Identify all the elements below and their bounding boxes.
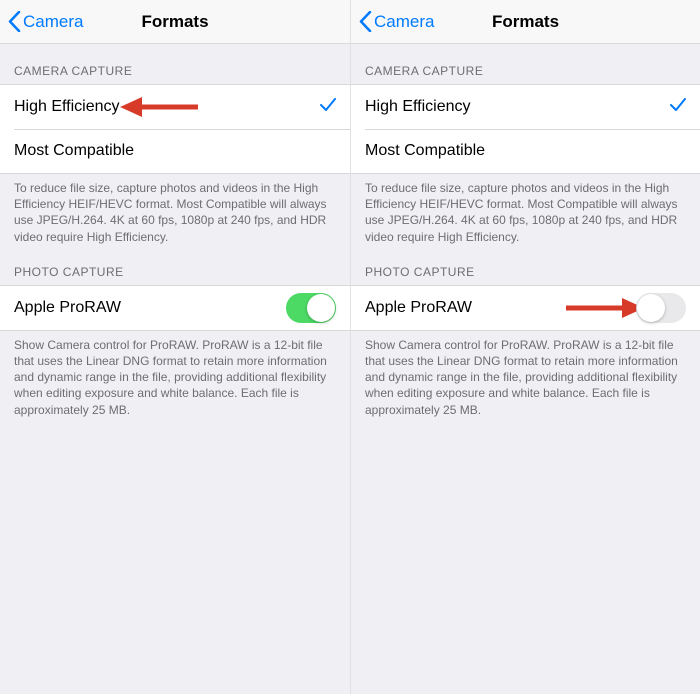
photo-capture-footer: Show Camera control for ProRAW. ProRAW i… [0,331,350,418]
annotation-arrow [120,93,200,121]
toggle-label: Apple ProRAW [14,299,121,317]
option-most-compatible[interactable]: Most Compatible [0,129,350,173]
photo-capture-group: Apple ProRAW [0,285,350,331]
section-header-camera-capture: CAMERA CAPTURE [351,44,700,84]
back-button[interactable]: Camera [8,11,83,32]
switch-off-icon[interactable] [636,293,686,323]
toggle-apple-proraw[interactable]: Apple ProRAW [0,286,350,330]
checkmark-icon [670,98,686,117]
back-button[interactable]: Camera [359,11,434,32]
settings-panel-left: Camera Formats CAMERA CAPTURE High Effic… [0,0,350,694]
back-label: Camera [374,12,434,32]
section-header-camera-capture: CAMERA CAPTURE [0,44,350,84]
option-label: High Efficiency [14,98,120,116]
section-header-photo-capture: PHOTO CAPTURE [351,245,700,285]
back-label: Camera [23,12,83,32]
option-label: High Efficiency [365,98,471,116]
camera-capture-group: High Efficiency Most Compatible [351,84,700,174]
annotation-arrow [564,294,644,322]
toggle-label: Apple ProRAW [365,299,472,317]
photo-capture-footer: Show Camera control for ProRAW. ProRAW i… [351,331,700,418]
option-most-compatible[interactable]: Most Compatible [351,129,700,173]
camera-capture-group: High Efficiency Most Compatible [0,84,350,174]
camera-capture-footer: To reduce file size, capture photos and … [0,174,350,245]
navbar: Camera Formats [0,0,350,44]
settings-panel-right: Camera Formats CAMERA CAPTURE High Effic… [350,0,700,694]
option-label: Most Compatible [365,142,485,160]
navbar: Camera Formats [351,0,700,44]
checkmark-icon [320,98,336,117]
chevron-left-icon [359,11,372,32]
toggle-apple-proraw[interactable]: Apple ProRAW [351,286,700,330]
photo-capture-group: Apple ProRAW [351,285,700,331]
camera-capture-footer: To reduce file size, capture photos and … [351,174,700,245]
switch-on-icon[interactable] [286,293,336,323]
option-high-efficiency[interactable]: High Efficiency [0,85,350,129]
section-header-photo-capture: PHOTO CAPTURE [0,245,350,285]
chevron-left-icon [8,11,21,32]
option-label: Most Compatible [14,142,134,160]
option-high-efficiency[interactable]: High Efficiency [351,85,700,129]
